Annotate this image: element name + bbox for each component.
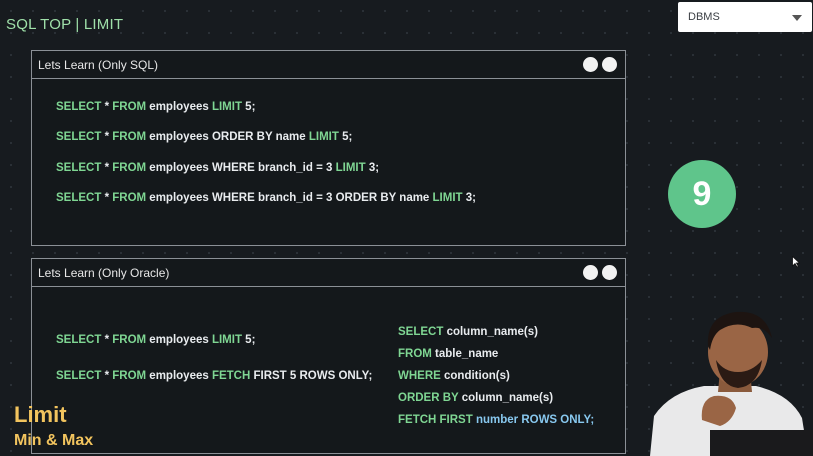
sql-code-line: SELECT * FROM employees LIMIT 5; — [56, 101, 255, 113]
sql-keyword: SELECT — [56, 334, 102, 346]
sql-keyword: SELECT — [398, 326, 444, 338]
sql-text: * — [101, 370, 113, 382]
sql-text: employees — [146, 334, 212, 346]
topic-title: SQL TOP | LIMIT — [6, 16, 124, 33]
sql-text: 3; — [365, 162, 380, 174]
sql-keyword: FROM — [112, 370, 147, 382]
sql-keyword: WHERE — [398, 370, 441, 382]
mouse-cursor-icon — [792, 256, 800, 268]
sql-keyword: FETCH FIRST — [398, 414, 473, 426]
sql-text: 5; — [241, 101, 256, 113]
sql-keyword: LIMIT — [211, 101, 242, 113]
video-frame: SQL TOP | LIMIT DBMS Lets Learn (Only SQ… — [0, 0, 813, 456]
window-controls — [583, 265, 617, 280]
lesson-number-badge: 9 — [668, 160, 736, 228]
syntax-line: WHERE condition(s) — [398, 370, 510, 382]
sql-text: column_name(s) — [443, 326, 538, 338]
sql-text: * — [101, 334, 113, 346]
chevron-down-icon — [792, 15, 802, 21]
syntax-line: FROM table_name — [398, 348, 498, 360]
sql-text: 3; — [462, 192, 476, 204]
window-controls — [583, 57, 617, 72]
oracle-panel-header: Lets Learn (Only Oracle) — [32, 259, 625, 287]
sql-text: * — [101, 192, 113, 204]
sql-keyword: LIMIT — [211, 334, 242, 346]
presenter-webcam — [650, 311, 813, 456]
sql-keyword: FROM — [112, 192, 147, 204]
sql-code-line: SELECT * FROM employees WHERE branch_id … — [56, 162, 379, 174]
sql-text: 5; — [241, 334, 256, 346]
sql-keyword: SELECT — [56, 162, 102, 174]
sql-text: 5; — [338, 131, 353, 143]
course-dropdown[interactable]: DBMS — [678, 2, 812, 32]
oracle-panel: Lets Learn (Only Oracle) SELECT * FROM e… — [31, 258, 626, 454]
sql-text: employees ORDER BY name — [146, 131, 309, 143]
sql-keyword: SELECT — [56, 101, 102, 113]
sql-keyword: FROM — [112, 162, 147, 174]
oracle-code-line: SELECT * FROM employees LIMIT 5; — [56, 334, 255, 346]
sql-panel: Lets Learn (Only SQL) SELECT * FROM empl… — [31, 50, 626, 246]
sql-keyword: LIMIT — [335, 162, 366, 174]
sql-keyword: FETCH — [211, 370, 251, 382]
sql-text: condition(s) — [440, 370, 510, 382]
sql-text: * — [101, 101, 113, 113]
sql-keyword: FROM — [112, 334, 147, 346]
lesson-subtitle: Min & Max — [14, 432, 94, 449]
syntax-line: FETCH FIRST number ROWS ONLY; — [398, 414, 594, 426]
syntax-line: ORDER BY column_name(s) — [398, 392, 553, 404]
sql-keyword: FROM — [112, 101, 147, 113]
sql-keyword: ROWS ONLY; — [521, 414, 595, 426]
sql-keyword: LIMIT — [308, 131, 339, 143]
syntax-line: SELECT column_name(s) — [398, 326, 538, 338]
window-dot-icon — [583, 57, 598, 72]
sql-text: employees WHERE branch_id = 3 ORDER BY n… — [146, 192, 433, 204]
sql-text: column_name(s) — [458, 392, 554, 404]
sql-text: employees WHERE branch_id = 3 — [146, 162, 336, 174]
sql-keyword: LIMIT — [432, 192, 463, 204]
sql-keyword: SELECT — [56, 370, 102, 382]
sql-text: * — [101, 131, 113, 143]
sql-text: * — [101, 162, 113, 174]
sql-panel-title: Lets Learn (Only SQL) — [38, 57, 159, 72]
window-dot-icon — [583, 265, 598, 280]
sql-keyword: SELECT — [56, 192, 102, 204]
oracle-panel-title: Lets Learn (Only Oracle) — [38, 265, 170, 280]
window-dot-icon — [602, 57, 617, 72]
sql-panel-header: Lets Learn (Only SQL) — [32, 51, 625, 79]
sql-keyword: ORDER BY — [398, 392, 459, 404]
sql-text: employees — [146, 101, 212, 113]
sql-keyword: number — [472, 414, 522, 426]
sql-code-line: SELECT * FROM employees WHERE branch_id … — [56, 192, 476, 204]
oracle-code-line: SELECT * FROM employees FETCH FIRST 5 RO… — [56, 370, 372, 382]
course-dropdown-value: DBMS — [688, 11, 720, 23]
sql-code-line: SELECT * FROM employees ORDER BY name LI… — [56, 131, 352, 143]
sql-text: table_name — [431, 348, 499, 360]
sql-keyword: FROM — [398, 348, 432, 360]
sql-keyword: FROM — [112, 131, 147, 143]
lesson-title: Limit — [14, 402, 67, 427]
sql-text: employees — [146, 370, 212, 382]
window-dot-icon — [602, 265, 617, 280]
sql-text: FIRST 5 ROWS ONLY; — [250, 370, 373, 382]
sql-keyword: SELECT — [56, 131, 102, 143]
